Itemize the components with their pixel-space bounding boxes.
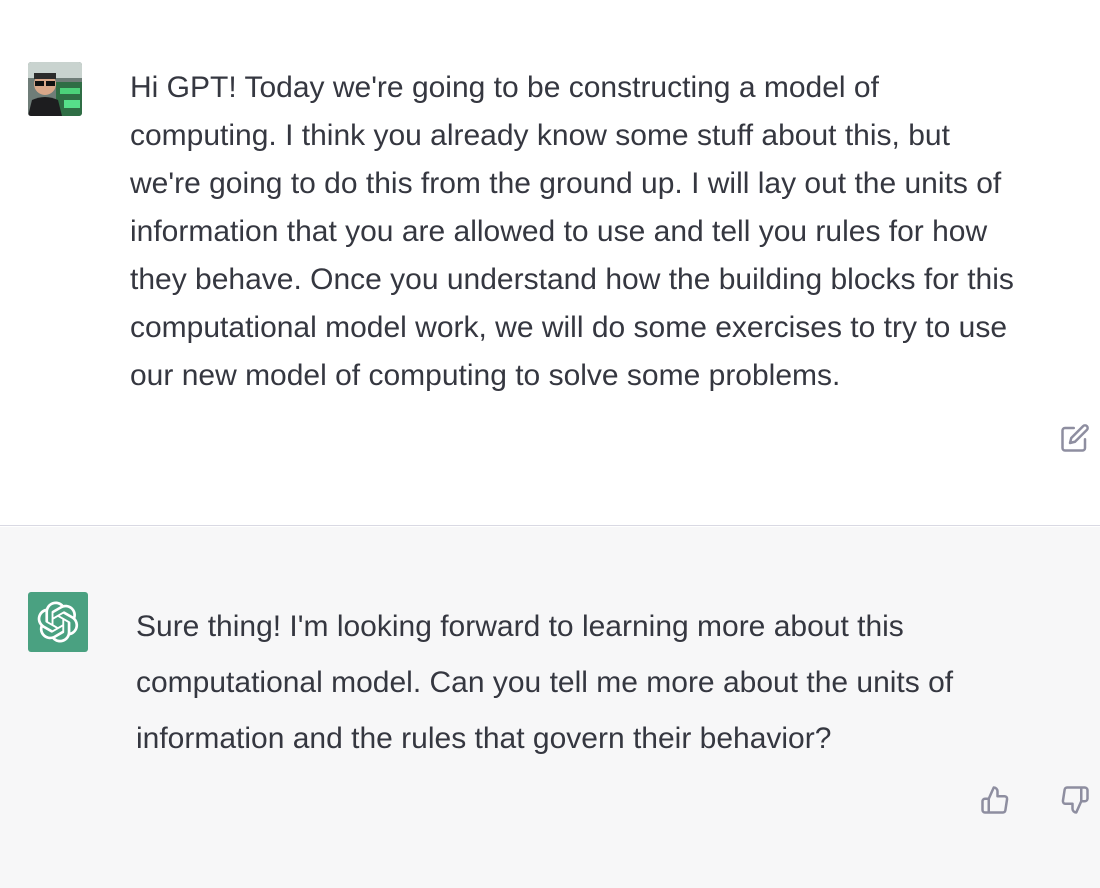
edit-message-button[interactable] [1058, 421, 1092, 455]
assistant-avatar [28, 592, 88, 652]
edit-icon [1061, 424, 1089, 452]
thumbs-up-icon [981, 786, 1009, 814]
assistant-message: Sure thing! I'm looking forward to learn… [0, 527, 1100, 888]
openai-logo-icon [37, 601, 79, 643]
user-photo-avatar-icon [28, 62, 82, 116]
user-message-text: Hi GPT! Today we're going to be construc… [130, 71, 1014, 392]
thumbs-up-button[interactable] [978, 783, 1012, 817]
user-message: Hi GPT! Today we're going to be construc… [0, 0, 1100, 526]
user-avatar [28, 62, 82, 116]
assistant-message-text: Sure thing! I'm looking forward to learn… [136, 610, 954, 755]
thumbs-down-button[interactable] [1058, 783, 1092, 817]
thumbs-down-icon [1061, 786, 1089, 814]
